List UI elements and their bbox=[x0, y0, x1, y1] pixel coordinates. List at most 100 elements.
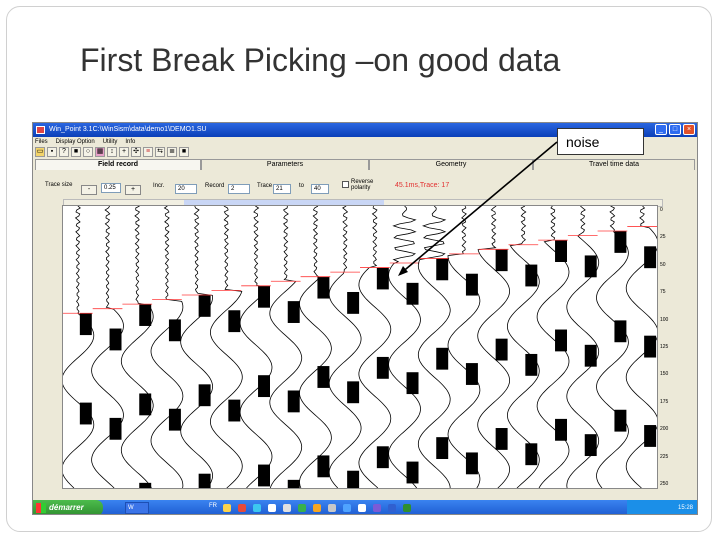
tab-geometry[interactable]: Geometry bbox=[369, 159, 533, 170]
menu-utility[interactable]: Utility bbox=[103, 137, 118, 147]
app-red-icon[interactable] bbox=[238, 504, 246, 512]
move-icon[interactable]: ✣ bbox=[131, 147, 141, 157]
media-icon[interactable] bbox=[373, 504, 381, 512]
record-label: Record bbox=[205, 183, 225, 189]
wiggle-fill bbox=[644, 425, 657, 447]
settings-icon[interactable] bbox=[328, 504, 336, 512]
network-icon[interactable] bbox=[343, 504, 351, 512]
filter-icon[interactable]: ≡ bbox=[143, 147, 153, 157]
seismic-trace bbox=[180, 206, 213, 488]
taskbar: démarrer W FR 15:28 bbox=[33, 500, 697, 514]
align-icon[interactable]: ⇆ bbox=[155, 147, 165, 157]
wiggle-fill bbox=[287, 479, 300, 488]
app-green-icon[interactable] bbox=[298, 504, 306, 512]
seismic-trace-plot[interactable] bbox=[62, 205, 658, 489]
app-orange-icon[interactable] bbox=[313, 504, 321, 512]
wiggle-fill bbox=[614, 409, 627, 432]
y-tick-label: 200 bbox=[660, 426, 669, 433]
y-tick-label: 175 bbox=[660, 398, 669, 405]
system-tray: 15:28 bbox=[627, 500, 697, 514]
grid-icon[interactable]: ▦ bbox=[95, 147, 105, 157]
minimize-button[interactable]: _ bbox=[655, 124, 667, 135]
wiggle-fill bbox=[614, 320, 627, 343]
wiggle-fill bbox=[317, 276, 330, 299]
wiggle-fill bbox=[584, 344, 597, 367]
wiggle-fill bbox=[228, 399, 241, 422]
wiggle-fill bbox=[168, 319, 181, 342]
y-tick-label: 25 bbox=[660, 234, 666, 241]
app-blue-icon[interactable] bbox=[253, 504, 261, 512]
trace-size-plus-button[interactable]: + bbox=[125, 185, 141, 195]
record-icon[interactable]: ■ bbox=[179, 147, 189, 157]
save-icon[interactable]: ▪ bbox=[47, 147, 57, 157]
reverse-polarity-checkbox[interactable] bbox=[342, 181, 349, 188]
tab-parameters[interactable]: Parameters bbox=[201, 159, 369, 170]
taskbar-item-word[interactable]: W bbox=[125, 502, 149, 514]
seismic-trace bbox=[63, 206, 95, 488]
y-tick-label: 150 bbox=[660, 371, 669, 378]
seismic-trace bbox=[150, 206, 184, 488]
wiggle-fill bbox=[406, 282, 419, 305]
printer-icon[interactable] bbox=[283, 504, 291, 512]
trace-to-field[interactable]: 40 bbox=[311, 184, 329, 194]
trace-label: Trace bbox=[257, 183, 273, 189]
windows-flag-icon bbox=[36, 503, 46, 513]
start-button[interactable]: démarrer bbox=[33, 500, 103, 514]
record-field[interactable]: 2 bbox=[228, 184, 250, 194]
seismic-trace bbox=[239, 206, 273, 488]
wiggle-fill bbox=[495, 249, 508, 272]
to-label: to bbox=[299, 183, 305, 189]
wiggle-fill bbox=[555, 418, 568, 441]
lines-icon[interactable]: ≣ bbox=[167, 147, 177, 157]
wiggle-fill bbox=[109, 417, 122, 440]
menu-info[interactable]: Info bbox=[125, 137, 135, 147]
reverse-polarity-label: Reverse polarity bbox=[351, 179, 374, 191]
document-icon[interactable] bbox=[268, 504, 276, 512]
zoom-icon[interactable]: ○ bbox=[83, 147, 93, 157]
wiggle-fill bbox=[347, 291, 360, 314]
wiggle-fill bbox=[109, 328, 122, 351]
seismic-trace bbox=[328, 206, 362, 488]
language-indicator[interactable]: FR bbox=[209, 503, 217, 509]
menu-files[interactable]: Files bbox=[35, 137, 48, 147]
slide-title: First Break Picking –on good data bbox=[80, 42, 561, 78]
window-title: Win_Point 3.1C:\WinSism\data\demo1\DEMO1… bbox=[49, 126, 207, 133]
wiggle-fill bbox=[287, 301, 300, 323]
wiggle-fill bbox=[198, 473, 211, 488]
wiggle-fill bbox=[465, 452, 478, 475]
cursor-icon[interactable]: ↕ bbox=[107, 147, 117, 157]
close-button[interactable]: × bbox=[683, 124, 695, 135]
y-tick-label: 75 bbox=[660, 289, 666, 296]
wiggle-fill bbox=[644, 246, 657, 269]
open-folder-icon[interactable]: ▭ bbox=[35, 147, 45, 157]
stop-icon[interactable]: ■ bbox=[71, 147, 81, 157]
y-tick-label: 225 bbox=[660, 453, 669, 460]
maximize-button[interactable]: □ bbox=[669, 124, 681, 135]
folder-icon[interactable] bbox=[223, 504, 231, 512]
incr-field[interactable]: 20 bbox=[175, 184, 197, 194]
wiggle-fill bbox=[525, 264, 538, 287]
clock: 15:28 bbox=[677, 505, 693, 511]
wiggle-fill bbox=[258, 464, 271, 487]
trace-size-field[interactable]: 0.25 bbox=[101, 183, 121, 193]
wiggle-fill bbox=[139, 393, 152, 416]
wiggle-fill bbox=[198, 384, 211, 407]
wiggle-fill bbox=[79, 313, 92, 336]
menu-display-option[interactable]: Display Option bbox=[56, 137, 95, 147]
tab-field-record[interactable]: Field record bbox=[35, 159, 201, 170]
seismic-trace bbox=[358, 206, 392, 488]
wiggle-fill bbox=[436, 347, 449, 370]
pick-icon[interactable]: ? bbox=[59, 147, 69, 157]
tab-travel-time-data[interactable]: Travel time data bbox=[533, 159, 695, 170]
wiggle-fill bbox=[287, 390, 300, 413]
wiggle-fill bbox=[406, 372, 419, 395]
trace-from-field[interactable]: 21 bbox=[273, 184, 291, 194]
trace-size-minus-button[interactable]: - bbox=[81, 185, 97, 195]
wiggle-fill bbox=[139, 304, 152, 326]
wiggle-fill bbox=[258, 285, 271, 308]
crosshair-icon[interactable]: + bbox=[119, 147, 129, 157]
excel-icon[interactable] bbox=[403, 504, 411, 512]
notepad-icon[interactable] bbox=[358, 504, 366, 512]
wiggle-fill bbox=[376, 446, 389, 469]
word-icon[interactable] bbox=[388, 504, 396, 512]
